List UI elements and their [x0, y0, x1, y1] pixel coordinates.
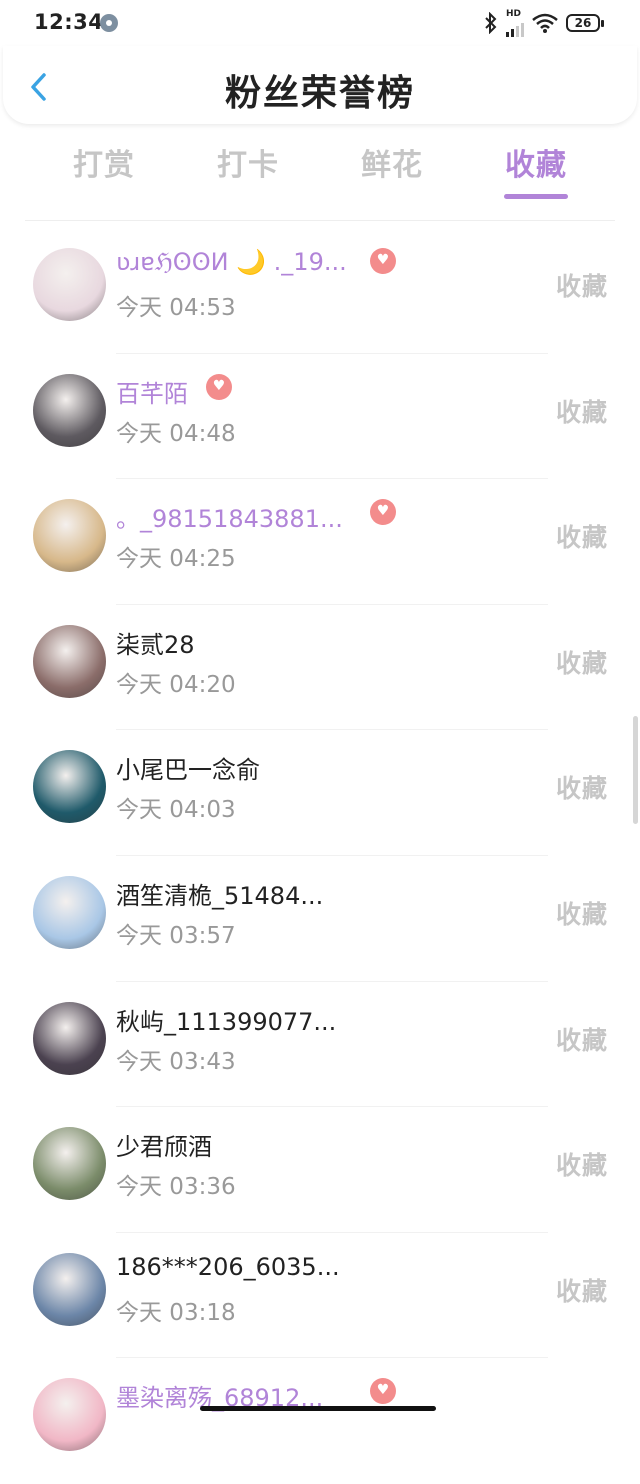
battery-indicator: 26 — [566, 14, 604, 32]
avatar[interactable] — [33, 875, 106, 949]
page-title: 粉丝荣誉榜 — [224, 73, 415, 114]
timestamp: 今天 04:53 — [116, 295, 236, 321]
list-item[interactable]: 秋屿_111399077... 今天 03:43 收藏 — [0, 982, 640, 1108]
list-item[interactable]: ʋɹɐℌʘʘИ 🌙 ._19... 今天 04:53 收藏 — [0, 228, 640, 354]
list-item[interactable]: 186***206_6035... 今天 03:18 收藏 — [0, 1233, 640, 1359]
tab-flowers[interactable]: 鲜花 — [320, 140, 464, 184]
user-name[interactable]: 186***206_6035... — [116, 1253, 340, 1281]
vip-badge-icon — [370, 1378, 396, 1405]
avatar[interactable] — [33, 1127, 106, 1201]
timestamp: 今天 03:36 — [116, 1174, 236, 1201]
user-name[interactable]: 百芊陌 — [116, 374, 188, 409]
timestamp: 今天 04:25 — [116, 546, 236, 573]
avatar[interactable] — [33, 750, 106, 824]
user-name[interactable]: 酒笙清桅_51484... — [116, 876, 323, 911]
list-item[interactable]: 少君颀酒今天 03:36 收藏 — [0, 1107, 640, 1233]
tab-checkin[interactable]: 打卡 — [176, 140, 320, 184]
timestamp: 今天 04:48 — [116, 420, 236, 447]
tab-favorites[interactable]: 收藏 — [464, 140, 608, 184]
action-label: 收藏 — [555, 523, 608, 553]
list-item[interactable]: 墨染离殇_68912... — [0, 1358, 640, 1484]
network-label: HD — [506, 8, 522, 19]
tab-bar: 打赏 打卡 鲜花 收藏 — [32, 140, 608, 200]
user-name[interactable]: 秋屿_111399077... — [116, 1002, 336, 1037]
status-icons: HD 26 — [484, 8, 604, 37]
fan-list: ʋɹɐℌʘʘИ 🌙 ._19...今天 04:53收藏百芊陌今天 04:48收藏… — [0, 228, 640, 1484]
avatar[interactable] — [33, 248, 106, 321]
vip-badge-icon — [370, 248, 396, 274]
list-item[interactable]: 百芊陌今天 04:48 收藏 — [0, 354, 640, 480]
action-label: 收藏 — [555, 272, 608, 301]
action-label: 收藏 — [555, 1151, 608, 1181]
action-label: 收藏 — [555, 648, 608, 678]
avatar[interactable] — [33, 499, 106, 573]
bluetooth-icon — [485, 12, 497, 34]
timestamp: 今天 04:20 — [116, 671, 236, 698]
user-name[interactable]: ʋɹɐℌʘʘИ 🌙 ._19... — [116, 248, 347, 276]
scrollbar[interactable] — [633, 716, 638, 824]
vip-badge-icon — [206, 373, 232, 400]
action-label: 收藏 — [555, 774, 608, 804]
wifi-icon — [532, 13, 558, 33]
avatar[interactable] — [33, 1378, 106, 1452]
user-name[interactable]: 。_98151843881... — [116, 499, 343, 534]
action-label: 收藏 — [555, 1276, 608, 1306]
avatar[interactable] — [33, 373, 106, 447]
timestamp: 今天 03:57 — [116, 922, 236, 949]
timestamp: 今天 03:43 — [116, 1048, 236, 1075]
action-label: 收藏 — [555, 899, 608, 929]
page-header: 粉丝荣誉榜 — [3, 46, 637, 124]
status-time: 12:34 — [34, 10, 104, 34]
action-label: 收藏 — [555, 1025, 608, 1055]
status-bar: 12:34 HD 26 — [0, 0, 640, 46]
tab-tip[interactable]: 打赏 — [32, 140, 176, 184]
avatar[interactable] — [33, 1001, 106, 1075]
user-name[interactable]: 柒贰28 — [116, 625, 195, 660]
avatar[interactable] — [33, 1252, 106, 1326]
user-name[interactable]: 小尾巴一念俞 — [116, 750, 260, 785]
home-indicator[interactable] — [200, 1406, 436, 1411]
tabs-divider — [25, 220, 615, 221]
signal-group: HD — [506, 8, 524, 37]
active-tab-indicator — [504, 194, 568, 199]
list-item[interactable]: 。_98151843881... 今天 04:25 收藏 — [0, 479, 640, 605]
timestamp: 今天 03:18 — [116, 1299, 236, 1326]
action-label: 收藏 — [555, 397, 608, 427]
vip-badge-icon — [370, 499, 396, 526]
avatar[interactable] — [33, 624, 106, 698]
list-item[interactable]: 小尾巴一念俞今天 04:03 收藏 — [0, 730, 640, 856]
gear-icon — [100, 14, 118, 32]
signal-icon — [506, 19, 524, 37]
timestamp: 今天 04:03 — [116, 797, 236, 824]
user-name[interactable]: 少君颀酒 — [116, 1127, 212, 1162]
list-item[interactable]: 柒贰28 今天 04:20 收藏 — [0, 605, 640, 731]
list-item[interactable]: 酒笙清桅_51484... 今天 03:57 收藏 — [0, 856, 640, 982]
